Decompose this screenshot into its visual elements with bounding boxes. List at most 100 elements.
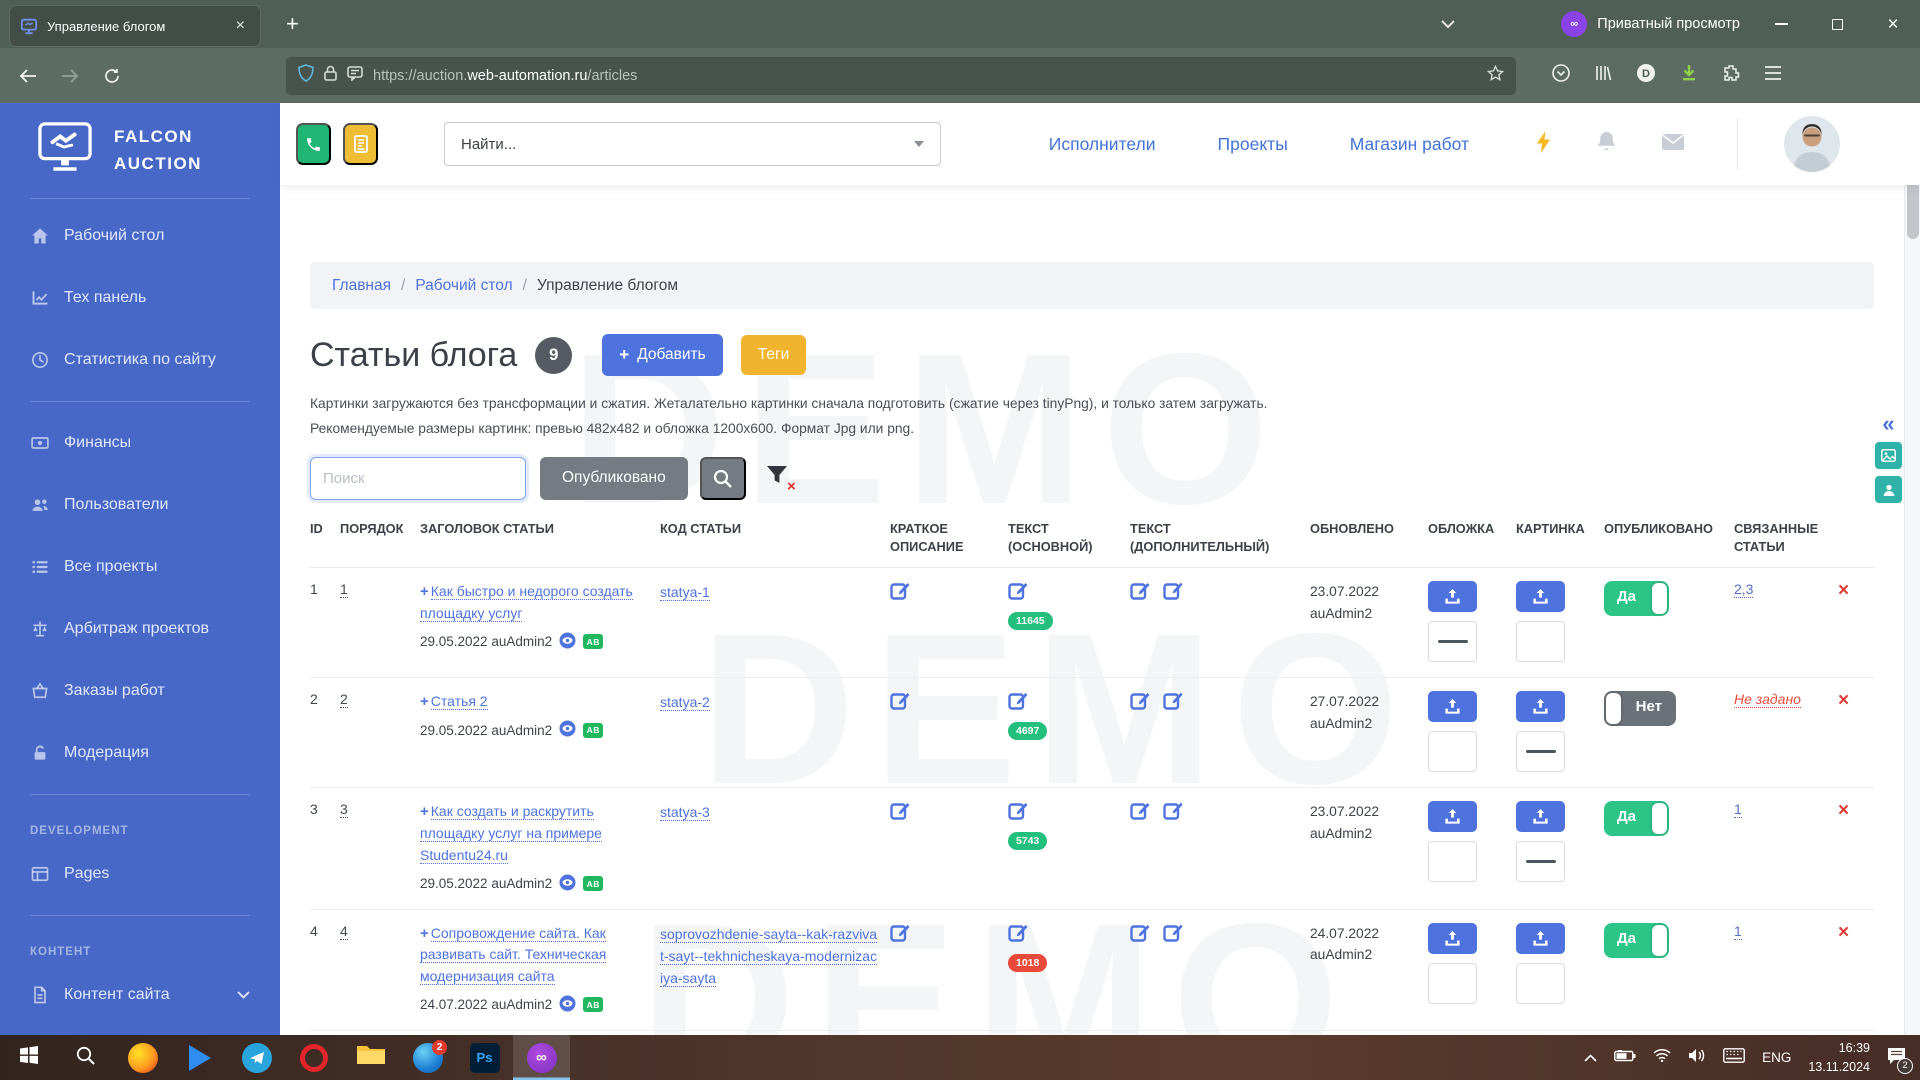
breadcrumb-link[interactable]: Рабочий стол: [415, 277, 512, 295]
order-link[interactable]: 4: [340, 923, 348, 940]
wifi-icon[interactable]: [1653, 1048, 1671, 1067]
cover-thumbnail[interactable]: [1428, 731, 1477, 772]
cover-thumbnail[interactable]: [1428, 841, 1477, 882]
menu-hamburger-icon[interactable]: [1764, 66, 1782, 85]
taskbar-app-explorer[interactable]: [342, 1035, 399, 1080]
breadcrumb-link[interactable]: Главная: [332, 277, 391, 295]
article-title-link[interactable]: Сопровождение сайта. Как развивать сайт.…: [420, 925, 606, 985]
published-filter-select[interactable]: Опубликовано: [540, 457, 688, 500]
minimize-button[interactable]: [1766, 9, 1796, 39]
order-link[interactable]: 2: [340, 691, 348, 708]
edit-extra-text-icon[interactable]: [1130, 581, 1151, 602]
clear-filter-icon[interactable]: ×: [766, 465, 792, 491]
library-icon[interactable]: [1594, 64, 1612, 87]
taskbar-app-media-player[interactable]: [171, 1035, 228, 1080]
order-link[interactable]: 3: [340, 801, 348, 818]
taskbar-app-edge-browser[interactable]: 2: [399, 1035, 456, 1080]
tracking-shield-icon[interactable]: [298, 64, 314, 87]
top-nav-link[interactable]: Исполнители: [1049, 134, 1156, 155]
tab-list-chevron-icon[interactable]: [1433, 9, 1463, 39]
edit-short-description-icon[interactable]: [890, 923, 911, 944]
top-nav-link[interactable]: Магазин работ: [1350, 134, 1469, 155]
cover-upload-button[interactable]: [1428, 581, 1477, 612]
delete-row-icon[interactable]: ×: [1838, 922, 1849, 943]
published-toggle[interactable]: Да: [1604, 923, 1669, 958]
sidebar-item-money[interactable]: Финансы: [0, 412, 280, 474]
views-eye-icon[interactable]: [559, 720, 576, 740]
sidebar-item-chart[interactable]: Тех панель: [0, 267, 280, 329]
ab-badge[interactable]: АВ: [583, 876, 603, 891]
edit-extra-text-icon[interactable]: [1130, 801, 1151, 822]
article-title-link[interactable]: Как быстро и недорого создать площадку у…: [420, 583, 633, 622]
tab-close-icon[interactable]: ×: [231, 16, 250, 36]
clock[interactable]: 16:39 13.11.2024: [1808, 1039, 1870, 1077]
mail-icon[interactable]: [1661, 133, 1685, 156]
add-article-button[interactable]: +Добавить: [602, 334, 722, 376]
back-button-icon[interactable]: [12, 60, 44, 92]
pocket-icon[interactable]: [1552, 64, 1570, 87]
sidebar-item-unlock[interactable]: Модерация: [0, 722, 280, 784]
brand[interactable]: FALCONAUCTION: [0, 103, 280, 194]
edit-extra-text-icon[interactable]: [1130, 691, 1151, 712]
edit-extra-text-icon[interactable]: [1130, 923, 1151, 944]
published-toggle[interactable]: Нет: [1604, 691, 1676, 726]
edit-main-text-icon[interactable]: [1008, 801, 1029, 822]
edit-main-text-icon[interactable]: [1008, 691, 1029, 712]
taskbar-app-photoshop[interactable]: Ps: [456, 1035, 513, 1080]
lock-icon[interactable]: [324, 65, 337, 86]
article-title-link[interactable]: Как создать и раскрутить площадку услуг …: [420, 803, 602, 863]
taskbar-app-opera[interactable]: [285, 1035, 342, 1080]
ab-badge[interactable]: АВ: [583, 634, 603, 649]
scrollbar[interactable]: [1904, 103, 1920, 1035]
edit-extra-text-2-icon[interactable]: [1163, 581, 1184, 602]
article-title-link[interactable]: Статья 2: [431, 693, 488, 710]
browser-tab[interactable]: Управление блогом ×: [10, 6, 260, 46]
document-button[interactable]: [343, 123, 378, 165]
quick-user-button[interactable]: [1875, 476, 1902, 503]
cover-upload-button[interactable]: [1428, 923, 1477, 954]
sidebar-item-home[interactable]: Рабочий стол: [0, 205, 280, 267]
taskbar-app-falcon-app[interactable]: ∞: [513, 1035, 570, 1080]
related-articles-link[interactable]: Не задано: [1734, 691, 1801, 708]
lightning-icon[interactable]: [1535, 130, 1552, 159]
window-close-button[interactable]: ×: [1878, 9, 1908, 39]
global-search-input[interactable]: [461, 136, 914, 153]
sidebar-item-scales[interactable]: Арбитраж проектов: [0, 598, 280, 660]
language-indicator[interactable]: ENG: [1762, 1050, 1791, 1065]
image-thumbnail[interactable]: [1516, 963, 1565, 1004]
phone-button[interactable]: [296, 123, 331, 165]
edit-extra-text-2-icon[interactable]: [1163, 691, 1184, 712]
url-text[interactable]: https://auction.web-automation.ru/articl…: [373, 68, 1477, 84]
article-code-link[interactable]: statya-1: [660, 584, 710, 601]
combobox-caret-icon[interactable]: [914, 141, 924, 147]
views-eye-icon[interactable]: [559, 995, 576, 1015]
edit-short-description-icon[interactable]: [890, 801, 911, 822]
delete-row-icon[interactable]: ×: [1838, 690, 1849, 711]
published-toggle[interactable]: Да: [1604, 581, 1669, 616]
taskbar-app-firefox[interactable]: [114, 1035, 171, 1080]
user-avatar[interactable]: [1784, 116, 1840, 172]
image-thumbnail[interactable]: [1516, 731, 1565, 772]
views-eye-icon[interactable]: [559, 874, 576, 894]
image-thumbnail[interactable]: [1516, 841, 1565, 882]
table-search-input[interactable]: [310, 457, 526, 500]
edit-extra-text-2-icon[interactable]: [1163, 801, 1184, 822]
volume-icon[interactable]: [1688, 1048, 1706, 1068]
taskbar-app-search[interactable]: [57, 1035, 114, 1080]
taskbar-app-telegram[interactable]: [228, 1035, 285, 1080]
download-extension-icon[interactable]: [1680, 64, 1698, 87]
image-upload-button[interactable]: [1516, 691, 1565, 722]
dark-reader-icon[interactable]: D: [1636, 63, 1656, 88]
cover-upload-button[interactable]: [1428, 801, 1477, 832]
tray-chevron-up-icon[interactable]: [1584, 1049, 1597, 1067]
sidebar-item-users[interactable]: Пользователи: [0, 474, 280, 536]
views-eye-icon[interactable]: [559, 632, 576, 652]
battery-icon[interactable]: [1614, 1049, 1636, 1067]
sidebar-item-basket[interactable]: Заказы работ: [0, 660, 280, 722]
url-bar[interactable]: https://auction.web-automation.ru/articl…: [286, 57, 1516, 95]
search-button[interactable]: [700, 457, 746, 500]
article-code-link[interactable]: soprovozhdenie-sayta--kak-razvivat-sayt-…: [660, 926, 877, 988]
edit-main-text-icon[interactable]: [1008, 923, 1029, 944]
forward-button-icon[interactable]: [54, 60, 86, 92]
image-upload-button[interactable]: [1516, 581, 1565, 612]
